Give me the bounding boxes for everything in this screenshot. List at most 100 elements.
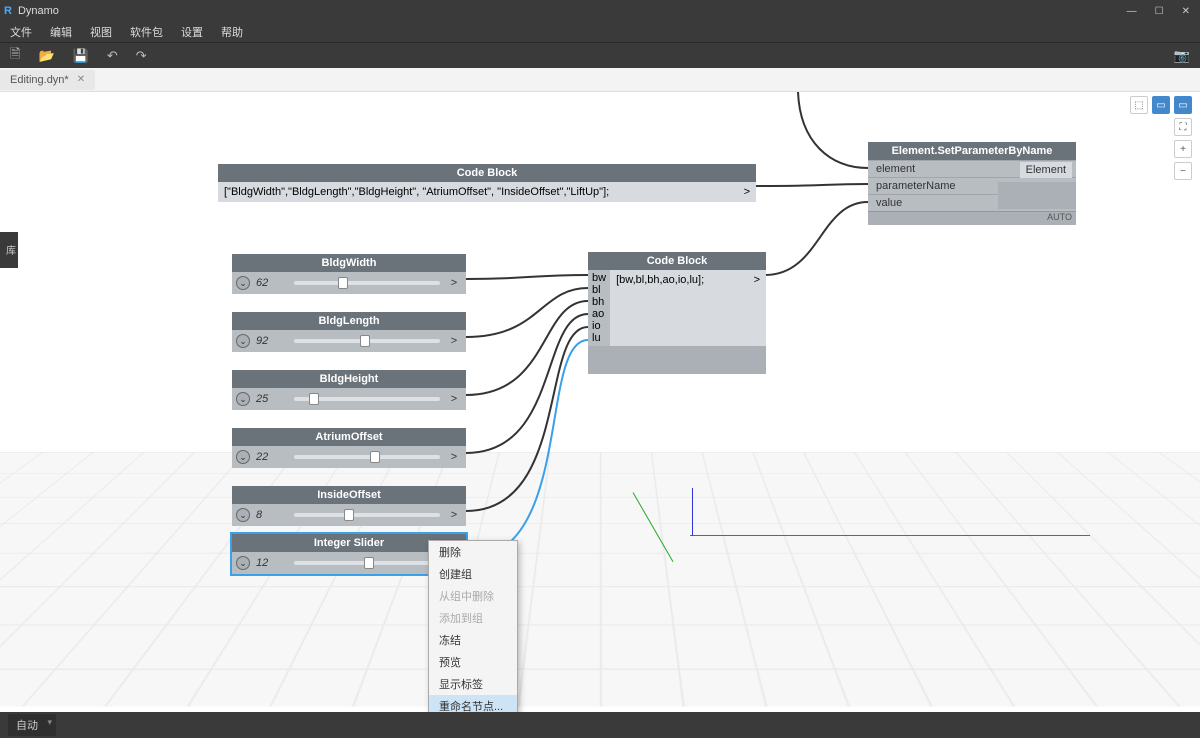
input-port[interactable]: bw [592, 272, 606, 284]
tab-label: Editing.dyn* [10, 74, 69, 86]
menu-bar: 文件 编辑 视图 软件包 设置 帮助 [0, 22, 1200, 42]
output-port[interactable]: Element [1020, 162, 1072, 178]
slider-track[interactable] [294, 339, 440, 343]
slider-track[interactable] [294, 513, 440, 517]
node-slider-bldgheight[interactable]: BldgHeight ⌄ 25 > [232, 370, 466, 410]
context-item[interactable]: 删除 [429, 541, 517, 563]
input-port[interactable]: bl [592, 284, 606, 296]
slider-track[interactable] [294, 281, 440, 285]
axis-z [692, 488, 693, 536]
slider-value: 25 [256, 393, 288, 405]
run-mode-dropdown[interactable]: 自动 [8, 714, 56, 736]
graph-view-icon[interactable]: ▭ [1152, 96, 1170, 114]
slider-thumb[interactable] [309, 393, 319, 405]
slider-track[interactable] [294, 561, 440, 565]
node-slider-bldgwidth[interactable]: BldgWidth ⌄ 62 > [232, 254, 466, 294]
combined-view-icon[interactable]: ▭ [1174, 96, 1192, 114]
slider-value: 22 [256, 451, 288, 463]
menu-file[interactable]: 文件 [10, 24, 32, 40]
view-controls: ⬚ ▭ ▭ ⛶ + − [1130, 96, 1192, 180]
document-tab[interactable]: Editing.dyn* ✕ [0, 70, 95, 90]
output-port[interactable]: > [754, 274, 760, 286]
context-item[interactable]: 冻结 [429, 629, 517, 651]
input-port[interactable]: ao [592, 308, 606, 320]
tool-bar: 🗎 📂 💾 ↶ ↷ 📷 [0, 42, 1200, 68]
node-slider-insideoffset[interactable]: InsideOffset ⌄ 8 > [232, 486, 466, 526]
node-title: InsideOffset [232, 486, 466, 504]
slider-value: 8 [256, 509, 288, 521]
slider-value: 62 [256, 277, 288, 289]
node-set-parameter[interactable]: Element.SetParameterByName element› para… [868, 142, 1076, 225]
geometry-view-icon[interactable]: ⬚ [1130, 96, 1148, 114]
slider-thumb[interactable] [338, 277, 348, 289]
output-port[interactable]: > [446, 393, 462, 405]
output-port[interactable]: > [446, 335, 462, 347]
output-port[interactable]: > [446, 277, 462, 289]
save-icon[interactable]: 💾 [73, 48, 89, 64]
axis-x [690, 535, 1090, 536]
zoom-out-icon[interactable]: − [1174, 162, 1192, 180]
tab-close-icon[interactable]: ✕ [77, 74, 85, 85]
expand-icon[interactable]: ⌄ [236, 450, 250, 464]
output-port[interactable]: > [744, 186, 750, 198]
viewport-grid [0, 452, 1200, 706]
menu-packages[interactable]: 软件包 [130, 24, 163, 40]
input-port[interactable]: bh [592, 296, 606, 308]
expand-icon[interactable]: ⌄ [236, 276, 250, 290]
node-codeblock-params[interactable]: Code Block ["BldgWidth","BldgLength","Bl… [218, 164, 756, 202]
open-icon[interactable]: 📂 [38, 48, 54, 64]
slider-track[interactable] [294, 455, 440, 459]
menu-help[interactable]: 帮助 [221, 24, 243, 40]
expand-icon[interactable]: ⌄ [236, 334, 250, 348]
graph-canvas[interactable]: 库 ⬚ ▭ ▭ ⛶ + − Code Block ["BldgWidth","B… [0, 92, 1200, 712]
node-slider-atriumoffset[interactable]: AtriumOffset ⌄ 22 > [232, 428, 466, 468]
context-item[interactable]: 预览 [429, 651, 517, 673]
fit-view-icon[interactable]: ⛶ [1174, 118, 1192, 136]
screenshot-icon[interactable]: 📷 [1174, 48, 1190, 64]
code-body[interactable]: ["BldgWidth","BldgLength","BldgHeight", … [218, 182, 756, 202]
undo-icon[interactable]: ↶ [107, 48, 118, 64]
menu-settings[interactable]: 设置 [181, 24, 203, 40]
node-slider-bldglength[interactable]: BldgLength⌄92> [232, 312, 466, 352]
output-port[interactable]: > [446, 451, 462, 463]
node-title: Code Block [218, 164, 756, 182]
context-item[interactable]: 创建组 [429, 563, 517, 585]
tab-bar: Editing.dyn* ✕ [0, 68, 1200, 92]
close-button[interactable]: ✕ [1182, 6, 1190, 17]
context-item[interactable]: 显示标签 [429, 673, 517, 695]
node-title: Element.SetParameterByName [868, 142, 1076, 160]
redo-icon[interactable]: ↷ [136, 48, 147, 64]
slider-thumb[interactable] [364, 557, 374, 569]
slider-value: 92 [256, 335, 288, 347]
maximize-button[interactable]: ☐ [1155, 6, 1164, 17]
app-logo: R [4, 5, 12, 17]
library-tab[interactable]: 库 [0, 232, 18, 268]
new-icon[interactable]: 🗎 [10, 45, 20, 67]
expand-icon[interactable]: ⌄ [236, 556, 250, 570]
node-title: AtriumOffset [232, 428, 466, 446]
zoom-in-icon[interactable]: + [1174, 140, 1192, 158]
context-item: 添加到组 [429, 607, 517, 629]
node-title: BldgHeight [232, 370, 466, 388]
context-item[interactable]: 重命名节点... [429, 695, 517, 712]
minimize-button[interactable]: — [1127, 6, 1137, 17]
slider-thumb[interactable] [360, 335, 370, 347]
context-menu: 删除创建组从组中删除添加到组冻结预览显示标签重命名节点...是输入为输出帮助..… [428, 540, 518, 712]
expand-icon[interactable]: ⌄ [236, 392, 250, 406]
node-codeblock-list[interactable]: Code Block bw bl bh ao io lu [bw,bl,bh,a… [588, 252, 766, 374]
node-title: Code Block [588, 252, 766, 270]
input-port[interactable]: lu [592, 332, 606, 344]
slider-track[interactable] [294, 397, 440, 401]
context-item: 从组中删除 [429, 585, 517, 607]
node-title: BldgWidth [232, 254, 466, 272]
expand-icon[interactable]: ⌄ [236, 508, 250, 522]
slider-thumb[interactable] [370, 451, 380, 463]
menu-view[interactable]: 视图 [90, 24, 112, 40]
status-bar: 自动 [0, 712, 1200, 738]
input-port[interactable]: io [592, 320, 606, 332]
code-text: [bw,bl,bh,ao,io,lu]; [616, 274, 704, 286]
output-port[interactable]: > [446, 509, 462, 521]
slider-thumb[interactable] [344, 509, 354, 521]
lacing-label: AUTO [868, 211, 1076, 225]
menu-edit[interactable]: 编辑 [50, 24, 72, 40]
